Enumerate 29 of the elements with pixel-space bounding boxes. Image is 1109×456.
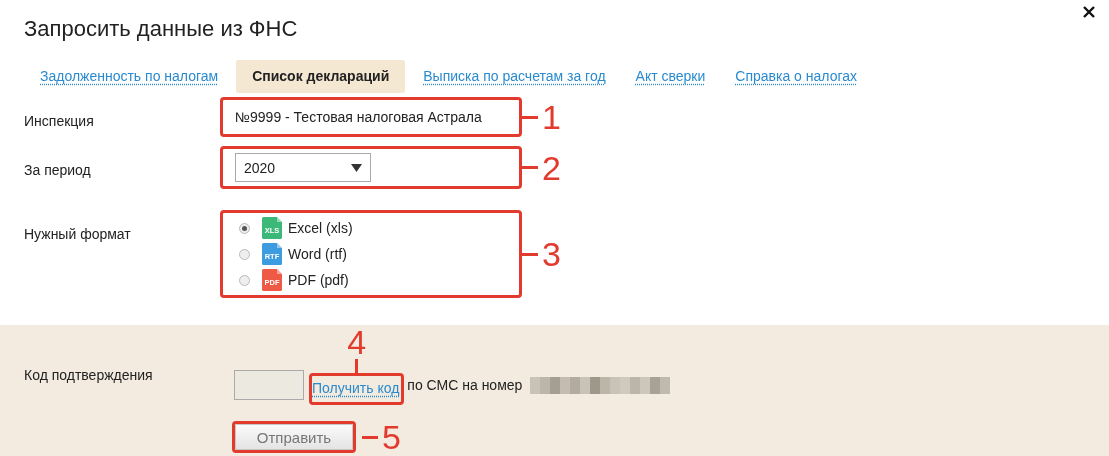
field-label: Код подтверждения	[24, 366, 154, 385]
field-label: За период	[24, 161, 92, 178]
code-input-field[interactable]	[234, 370, 304, 400]
callout-number: 2	[542, 150, 561, 185]
callout-number: 1	[542, 100, 561, 134]
tab[interactable]: Акт сверки	[623, 61, 718, 92]
radio-button[interactable]	[239, 222, 250, 234]
format-option-label[interactable]: Excel (xls)	[288, 220, 353, 236]
format-option-label[interactable]: Word (rtf)	[288, 246, 347, 262]
tab[interactable]: Список деклараций	[236, 60, 406, 93]
dropdown-arrow-icon	[351, 163, 362, 172]
tab[interactable]: Задолженность по налогам	[28, 61, 231, 92]
get-code-link[interactable]: Получить код	[312, 380, 400, 396]
field-label: Нужный формат	[24, 225, 132, 242]
field-label: Инспекция	[24, 112, 95, 129]
tab[interactable]: Справка о налогах	[723, 61, 869, 92]
send-button[interactable]: Отправить	[235, 424, 353, 450]
inspection-value: №9999 - Тестовая налоговая Астрала	[234, 108, 483, 127]
callout-number: 4	[347, 325, 367, 359]
callout-number: 5	[382, 420, 401, 454]
year-dropdown[interactable]: 2020	[235, 153, 371, 182]
tab[interactable]: Выписка по расчетам за год	[411, 61, 618, 92]
radio-button[interactable]	[239, 248, 250, 260]
radio-button[interactable]	[239, 274, 250, 286]
close-icon[interactable]	[1083, 6, 1095, 18]
sms-text: по СМС на номер	[407, 377, 523, 393]
callout-number: 3	[542, 237, 561, 271]
window-title: Запросить данные из ФНС	[23, 15, 298, 43]
format-option-label[interactable]: PDF (pdf)	[288, 272, 349, 288]
